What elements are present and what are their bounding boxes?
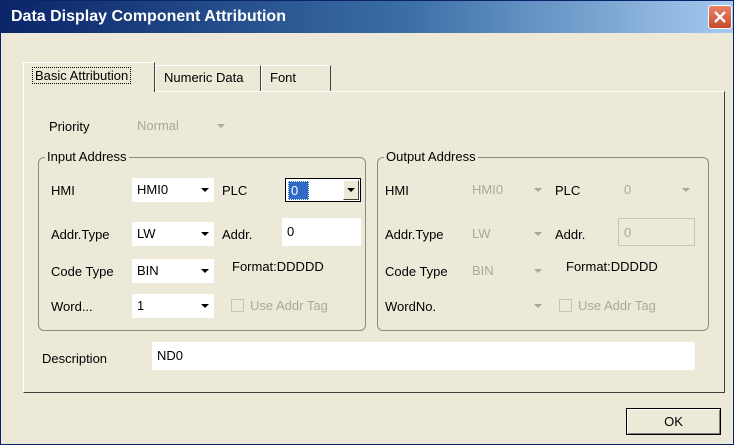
output-plc-value: 0	[624, 182, 632, 197]
output-code-type-label: Code Type	[385, 264, 448, 279]
output-addr-type-label: Addr.Type	[385, 227, 444, 242]
input-addr-type-value: LW	[137, 226, 156, 241]
output-address-title: Output Address	[384, 149, 478, 164]
output-word-label: WordNo.	[385, 299, 437, 314]
output-hmi-value: HMI0	[472, 182, 504, 197]
input-addr-type-select[interactable]: LW	[132, 222, 214, 246]
output-addr-label: Addr.	[555, 227, 586, 242]
output-plc-select[interactable]: 0	[619, 178, 695, 202]
input-use-addr-tag-checkbox[interactable]: Use Addr Tag	[231, 298, 359, 314]
description-value: ND0	[157, 348, 184, 363]
input-plc-value: 0	[288, 181, 310, 200]
output-word-select[interactable]	[467, 294, 547, 318]
priority-label: Priority	[49, 119, 90, 134]
input-word-label: Word...	[51, 299, 93, 314]
title-bar[interactable]: Data Display Component Attribution	[1, 1, 733, 33]
checkbox-box	[231, 299, 244, 312]
chevron-down-icon	[343, 180, 359, 200]
output-use-addr-tag-checkbox[interactable]: Use Addr Tag	[559, 298, 689, 314]
input-hmi-select[interactable]: HMI0	[132, 178, 214, 202]
output-hmi-label: HMI	[385, 183, 409, 198]
description-field[interactable]: ND0	[152, 342, 695, 370]
tab-label: Font	[270, 70, 297, 85]
output-hmi-select[interactable]: HMI0	[467, 178, 547, 202]
input-format-label: Format:DDDDD	[232, 259, 324, 274]
input-addr-value: 0	[287, 224, 295, 239]
close-button[interactable]	[708, 5, 732, 29]
output-addr-type-value: LW	[472, 226, 491, 241]
close-icon	[714, 11, 726, 23]
chevron-down-icon	[196, 294, 214, 318]
dialog-window: Data Display Component Attribution Basic…	[0, 0, 734, 445]
chevron-down-icon	[196, 178, 214, 202]
output-code-type-select[interactable]: BIN	[467, 259, 547, 283]
ok-button[interactable]: OK	[626, 408, 721, 435]
chevron-down-icon	[196, 222, 214, 246]
tab-basic-attribution[interactable]: Basic Attribution	[23, 62, 155, 92]
tab-label: Numeric Data	[164, 70, 244, 85]
input-plc-label: PLC	[222, 183, 248, 198]
chevron-down-icon	[529, 259, 547, 283]
output-addr-value: 0	[624, 225, 632, 240]
output-code-type-value: BIN	[472, 263, 494, 278]
output-addr-type-select[interactable]: LW	[467, 222, 547, 246]
chevron-down-icon	[529, 294, 547, 318]
input-use-addr-tag-label: Use Addr Tag	[250, 298, 328, 313]
chevron-down-icon	[212, 114, 230, 138]
priority-value: Normal	[137, 118, 179, 133]
input-hmi-label: HMI	[51, 183, 75, 198]
input-addr-label: Addr.	[222, 227, 253, 242]
input-hmi-value: HMI0	[137, 182, 169, 197]
description-label: Description	[42, 351, 108, 366]
input-code-type-select[interactable]: BIN	[132, 259, 214, 283]
output-use-addr-tag-label: Use Addr Tag	[578, 298, 656, 313]
checkbox-box	[559, 299, 572, 312]
input-address-title: Input Address	[45, 149, 129, 164]
output-addr-field[interactable]: 0	[618, 218, 695, 246]
chevron-down-icon	[529, 222, 547, 246]
input-code-type-label: Code Type	[51, 264, 114, 279]
chevron-down-icon	[529, 178, 547, 202]
priority-select[interactable]: Normal	[132, 114, 230, 138]
input-addr-field[interactable]: 0	[282, 218, 361, 246]
tab-font[interactable]: Font	[261, 65, 331, 91]
window-title: Data Display Component Attribution	[11, 8, 286, 25]
input-plc-select[interactable]: 0	[285, 178, 361, 202]
chevron-down-icon	[196, 259, 214, 283]
chevron-down-icon	[677, 178, 695, 202]
tab-label: Basic Attribution	[32, 67, 132, 84]
output-format-label: Format:DDDDD	[566, 259, 658, 274]
tab-numeric-data[interactable]: Numeric Data	[155, 65, 261, 91]
input-addr-type-label: Addr.Type	[51, 227, 110, 242]
input-word-select[interactable]: 1	[132, 294, 214, 318]
input-code-type-value: BIN	[137, 263, 159, 278]
input-word-value: 1	[137, 298, 145, 313]
output-plc-label: PLC	[555, 183, 581, 198]
